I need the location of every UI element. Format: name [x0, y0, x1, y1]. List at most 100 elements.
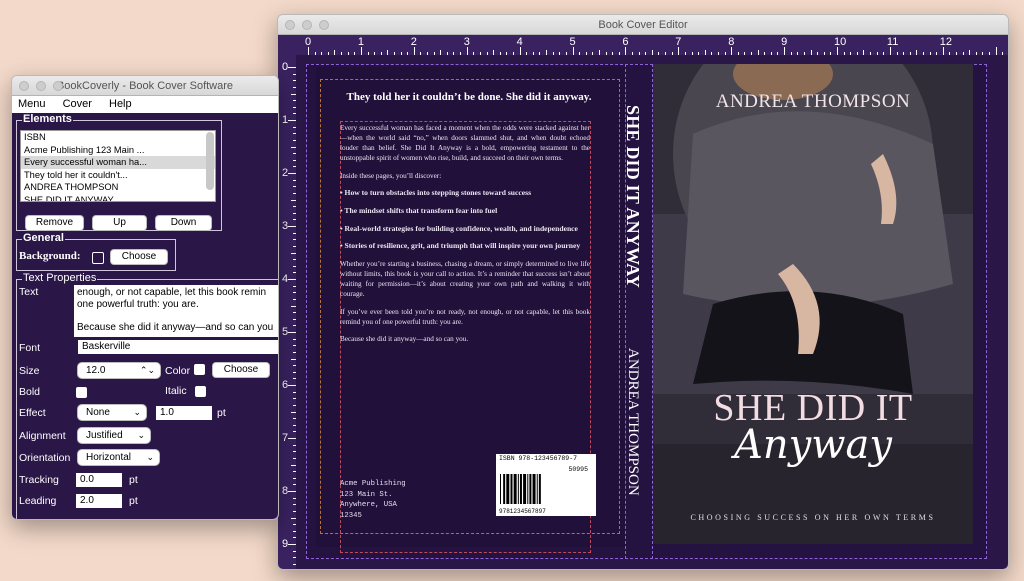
- text-line: [77, 310, 277, 322]
- italic-checkbox[interactable]: [195, 386, 206, 397]
- ruler-tick: [995, 47, 997, 55]
- list-item-selected[interactable]: Every successful woman ha...: [21, 156, 215, 169]
- leading-unit: pt: [129, 495, 138, 507]
- ruler-number: 12: [939, 36, 953, 48]
- menu-cover[interactable]: Cover: [63, 98, 92, 110]
- general-legend: General: [22, 232, 65, 244]
- front-title-script[interactable]: Anyway: [653, 422, 973, 468]
- blurb-paragraph: Inside these pages, you’ll discover:: [340, 171, 442, 180]
- up-button[interactable]: Up: [93, 216, 146, 230]
- alignment-select[interactable]: Justified ⌄: [78, 428, 150, 443]
- effect-unit: pt: [217, 407, 226, 419]
- ruler-tick: [837, 47, 838, 55]
- alignment-label: Alignment: [19, 430, 66, 442]
- blurb-paragraph: Every successful woman has faced a momen…: [340, 124, 590, 163]
- ruler-tick: [678, 47, 680, 55]
- orientation-select[interactable]: Horizontal ⌄: [78, 450, 159, 465]
- effect-select[interactable]: None ⌄: [78, 405, 146, 420]
- front-subtitle[interactable]: CHOOSING SUCCESS ON HER OWN TERMS: [653, 513, 973, 522]
- app-titlebar[interactable]: BookCoverly - Book Cover Software: [12, 76, 278, 96]
- leading-label: Leading: [19, 495, 57, 507]
- tracking-label: Tracking: [19, 474, 59, 486]
- publisher-line: Anywhere, USA: [340, 501, 397, 509]
- effect-value: None: [86, 407, 110, 418]
- orientation-value: Horizontal: [86, 452, 132, 463]
- spine-author[interactable]: ANDREA THOMPSON: [617, 348, 641, 518]
- list-item[interactable]: They told her it couldn't...: [21, 169, 215, 182]
- blurb-paragraph: • How to turn obstacles into stepping st…: [340, 188, 532, 198]
- ruler-tick: [731, 47, 733, 55]
- elements-list[interactable]: ISBN Acme Publishing 123 Main ... Every …: [20, 130, 216, 202]
- menu-help[interactable]: Help: [109, 98, 132, 110]
- ruler-tick: [288, 226, 296, 227]
- elements-group: Elements ISBN Acme Publishing 123 Main .…: [16, 113, 222, 231]
- front-cover-image[interactable]: ANDREA THOMPSON SHE DID IT Anyway CHOOSI…: [653, 64, 973, 544]
- zoom-window-button[interactable]: [319, 20, 329, 30]
- close-window-button[interactable]: [285, 20, 295, 30]
- ruler-tick: [942, 47, 944, 55]
- color-label: Color: [165, 365, 191, 377]
- text-editor[interactable]: enough, or not capable, let this book re…: [74, 285, 278, 337]
- elements-legend: Elements: [22, 113, 73, 125]
- effect-label: Effect: [19, 407, 46, 419]
- isbn-label: ISBN 978-123456789-7: [499, 455, 578, 462]
- background-label: Background:: [19, 250, 81, 262]
- cover-canvas[interactable]: They told her it couldn’t be done. She d…: [296, 55, 1008, 569]
- isbn-barcode[interactable]: ISBN 978-123456789-7 50995 9781234567897: [496, 454, 596, 516]
- menu-menu[interactable]: Menu: [18, 98, 46, 110]
- font-field[interactable]: Baskerville: [78, 340, 278, 354]
- book-cover-editor-window: Book Cover Editor 0 1 2 3 4 5 6 7 8 9 10 11 12 01234…: [277, 14, 1009, 570]
- general-group: General Background: Choose: [16, 232, 176, 271]
- text-color-swatch[interactable]: [194, 364, 205, 375]
- bold-checkbox[interactable]: [76, 387, 87, 398]
- list-item[interactable]: ANDREA THOMPSON: [21, 181, 215, 194]
- publisher-address[interactable]: Acme Publishing 123 Main St. Anywhere, USA…: [340, 479, 406, 521]
- app-title: BookCoverly - Book Cover Software: [56, 80, 234, 92]
- effect-amount-field[interactable]: 1.0: [156, 406, 212, 420]
- color-choose-button[interactable]: Choose: [213, 363, 269, 377]
- text-line: Because she did it anyway—and so can you: [77, 321, 274, 333]
- price-code: 50995: [568, 466, 588, 473]
- spine-title[interactable]: SHE DID IT ANYWAY: [615, 105, 643, 335]
- app-minimize-button[interactable]: [36, 81, 46, 91]
- back-cover-blurb[interactable]: Every successful woman has faced a momen…: [340, 123, 590, 352]
- text-label: Text: [19, 286, 39, 298]
- background-choose-button[interactable]: Choose: [111, 250, 167, 264]
- italic-label: Italic: [165, 385, 187, 397]
- bookcoverly-window: BookCoverly - Book Cover Software Menu C…: [11, 75, 279, 520]
- front-author[interactable]: ANDREA THOMPSON: [653, 91, 973, 113]
- barcode-number: 9781234567897: [499, 508, 546, 515]
- text-line: one powerful truth: you are.: [77, 298, 199, 310]
- ruler-tick: [360, 47, 362, 55]
- size-spinner[interactable]: 12.0 ⌃⌄: [78, 363, 160, 378]
- list-scrollbar[interactable]: [206, 132, 214, 190]
- minimize-window-button[interactable]: [302, 20, 312, 30]
- ruler-tick: [519, 47, 521, 55]
- blurb-paragraph: • Real-world strategies for building con…: [340, 223, 578, 233]
- barcode-bar: [536, 474, 538, 504]
- blurb-paragraph: • Stories of resilience, grit, and trium…: [340, 241, 581, 251]
- list-item[interactable]: Acme Publishing 123 Main ...: [21, 144, 215, 157]
- cover-photo-illustration: [653, 64, 973, 544]
- down-button[interactable]: Down: [156, 216, 211, 230]
- list-item[interactable]: SHE DID IT ANYWAY: [21, 194, 215, 202]
- font-label: Font: [19, 342, 41, 354]
- app-close-button[interactable]: [19, 81, 29, 91]
- chevron-down-icon: ⌄: [146, 452, 154, 462]
- barcode-bar: [532, 474, 536, 504]
- leading-field[interactable]: 2.0: [76, 494, 122, 508]
- list-item[interactable]: ISBN: [21, 131, 215, 144]
- ruler-tick: [308, 47, 309, 55]
- tracking-field[interactable]: 0.0: [76, 473, 122, 487]
- ruler-tick: [889, 47, 891, 55]
- background-color-swatch[interactable]: [92, 252, 104, 264]
- publisher-line: 12345: [340, 511, 362, 520]
- remove-button[interactable]: Remove: [26, 216, 83, 230]
- barcode-bar: [527, 474, 529, 504]
- editor-titlebar[interactable]: Book Cover Editor: [278, 15, 1008, 35]
- app-zoom-button[interactable]: [53, 81, 63, 91]
- back-cover-headline[interactable]: They told her it couldn’t be done. She d…: [338, 91, 600, 103]
- ruler-tick: [288, 332, 296, 333]
- tracking-unit: pt: [129, 474, 138, 486]
- publisher-line: Acme Publishing: [340, 480, 406, 488]
